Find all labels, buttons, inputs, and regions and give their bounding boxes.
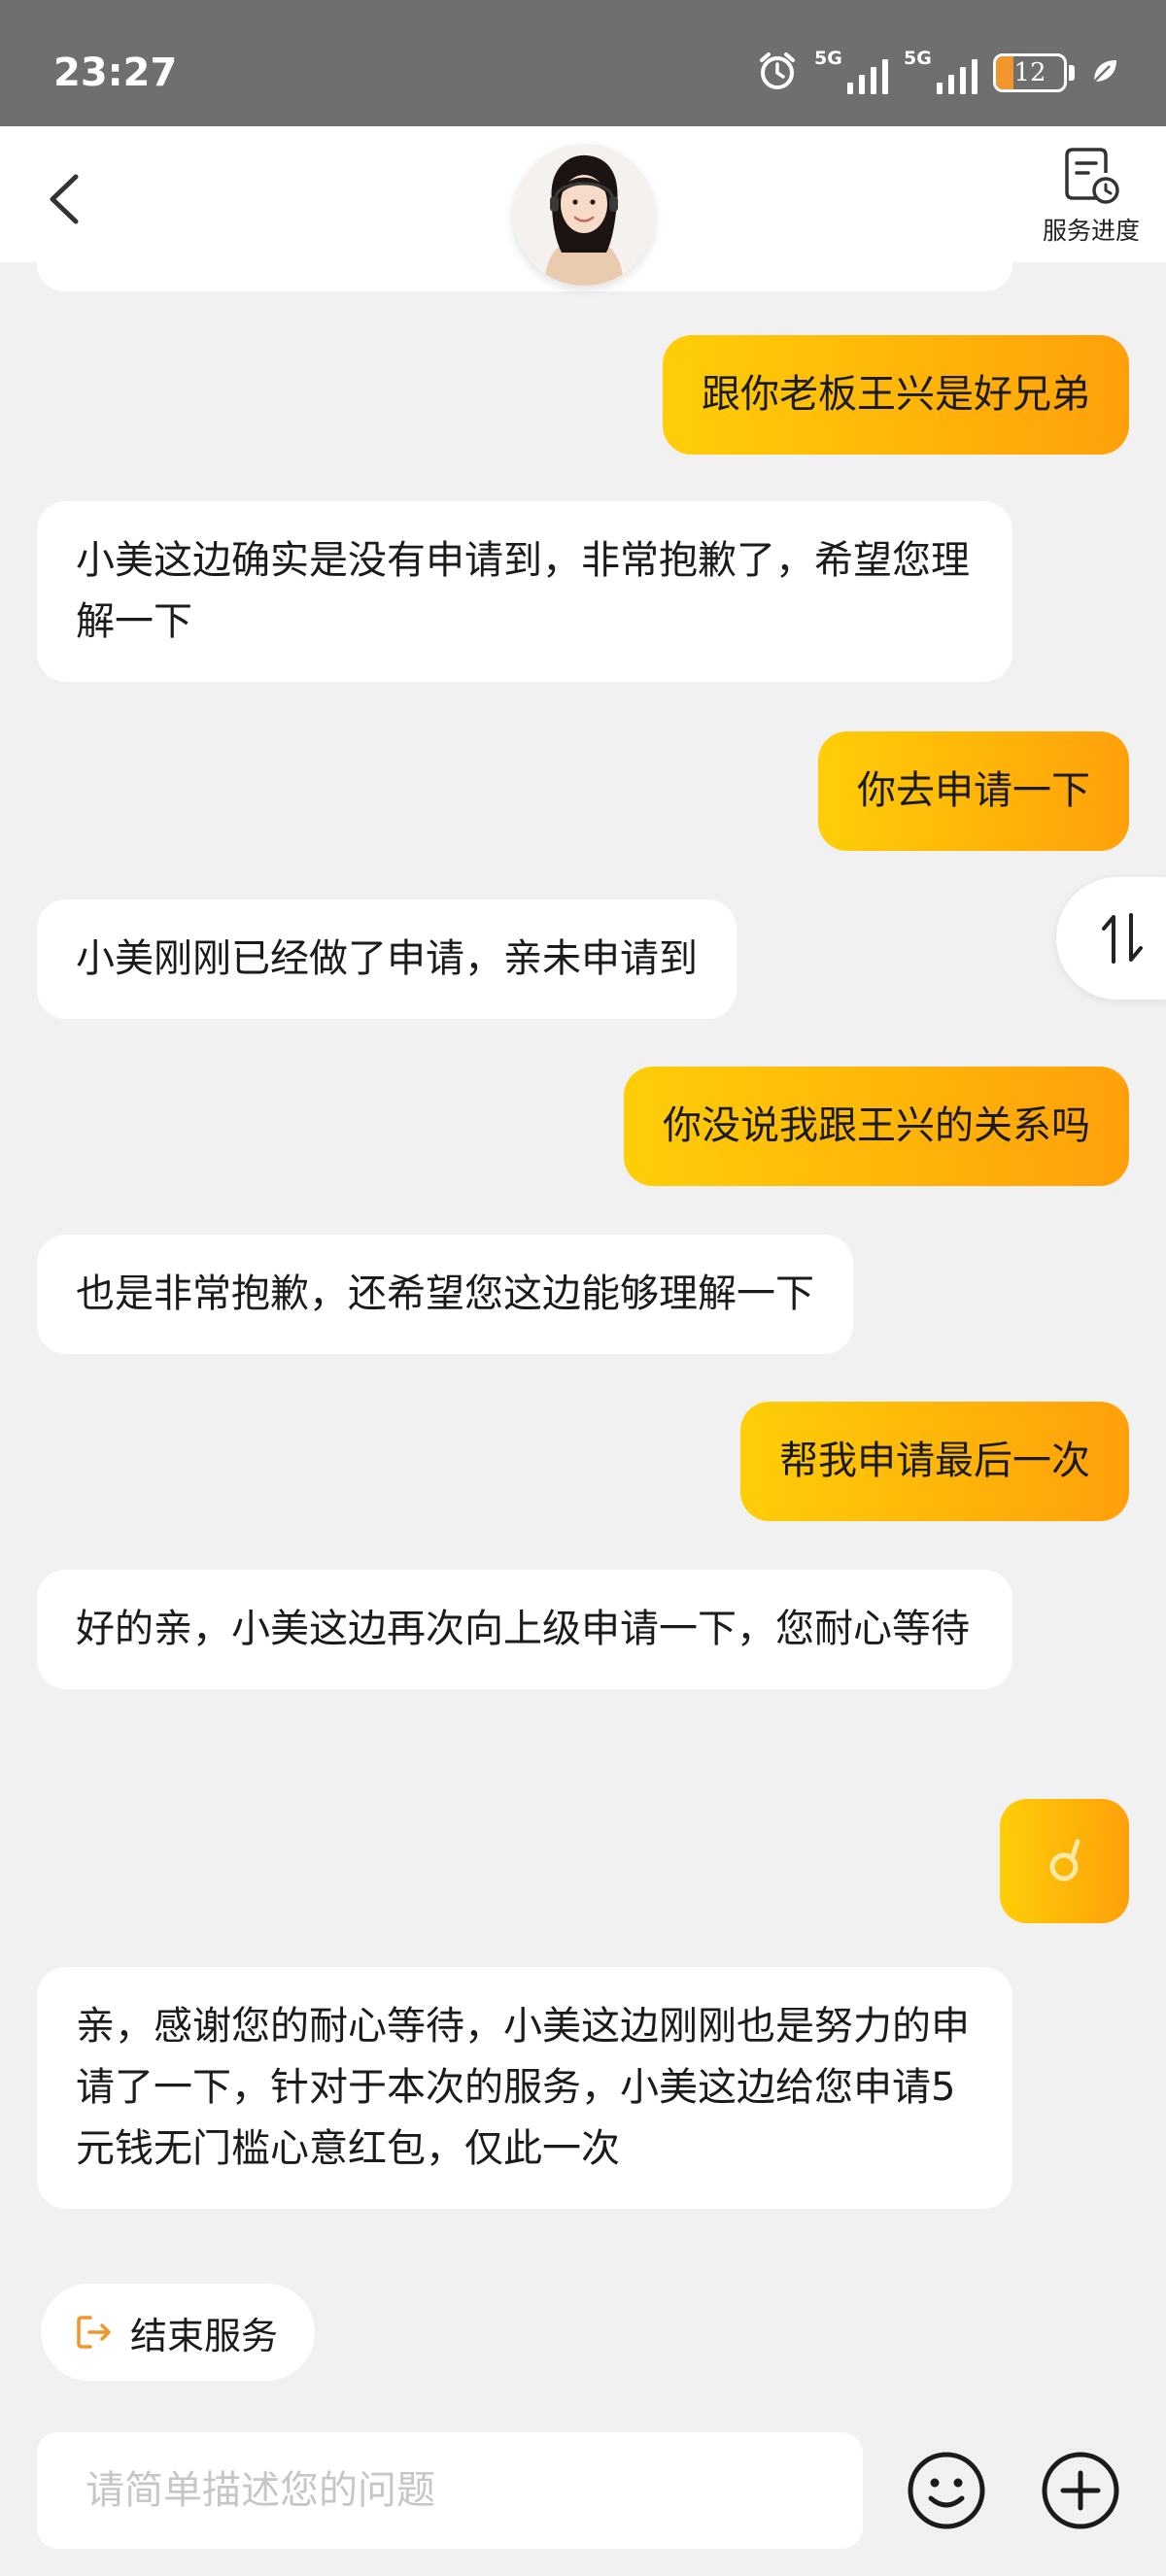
leaf-icon	[1090, 56, 1119, 89]
message-bubble-agent[interactable]: 小美这边确实是没有申请到，非常抱歉了，希望您理解一下	[37, 501, 1012, 682]
status-icons: 5G 5G 12	[756, 48, 1119, 97]
chat-header: 服务进度	[0, 126, 1166, 286]
battery-icon: 12	[993, 53, 1067, 92]
service-progress-icon	[1065, 148, 1119, 204]
message-bubble-agent[interactable]: 好的亲，小美这边再次向上级申请一下，您耐心等待	[37, 1570, 1012, 1689]
exit-icon	[77, 2316, 111, 2349]
chevron-left-icon	[50, 174, 79, 224]
swap-vertical-icon	[1102, 913, 1143, 964]
ok-hand-icon	[1049, 1839, 1080, 1881]
status-bar: 23:27 5G 5G 12	[0, 0, 1166, 126]
message-bubble-agent[interactable]: 亲，感谢您的耐心等待，小美这边刚刚也是努力的申请了一下，针对于本次的服务，小美这…	[37, 1967, 1012, 2209]
battery-level: 12	[1013, 58, 1046, 87]
emoji-button[interactable]	[906, 2450, 987, 2531]
end-service-label: 结束服务	[130, 2314, 279, 2357]
end-service-button[interactable]: 结束服务	[41, 2284, 315, 2381]
message-bubble-user[interactable]: 跟你老板王兴是好兄弟	[663, 335, 1129, 455]
message-bubble-agent[interactable]: 小美刚刚已经做了申请，亲未申请到	[37, 899, 737, 1019]
agent-portrait-icon	[513, 144, 655, 286]
bottom-bar: 结束服务	[0, 2252, 1166, 2576]
plus-icon	[1042, 2452, 1119, 2529]
signal-2-icon: 5G	[904, 48, 977, 94]
more-options-button[interactable]	[1040, 2450, 1121, 2531]
message-input[interactable]	[37, 2432, 863, 2549]
service-progress-label: 服务进度	[1042, 217, 1140, 245]
agent-avatar[interactable]	[513, 144, 655, 286]
smiley-icon	[908, 2452, 985, 2529]
message-bubble-agent[interactable]: 也是非常抱歉，还希望您这边能够理解一下	[37, 1235, 853, 1354]
message-bubble-user[interactable]: 帮我申请最后一次	[740, 1402, 1129, 1521]
status-time: 23:27	[53, 51, 178, 95]
message-bubble-user[interactable]: 你去申请一下	[818, 731, 1129, 851]
battery-cap	[1069, 65, 1075, 81]
message-bubble-user-emoji[interactable]	[1000, 1799, 1129, 1923]
scroll-toggle-button[interactable]	[1056, 877, 1166, 1000]
alarm-icon	[756, 50, 799, 96]
signal-1-icon: 5G	[814, 48, 888, 94]
message-bubble-user[interactable]: 你没说我跟王兴的关系吗	[624, 1067, 1129, 1186]
service-progress-button[interactable]: 服务进度	[1038, 144, 1145, 251]
back-button[interactable]	[39, 165, 97, 233]
